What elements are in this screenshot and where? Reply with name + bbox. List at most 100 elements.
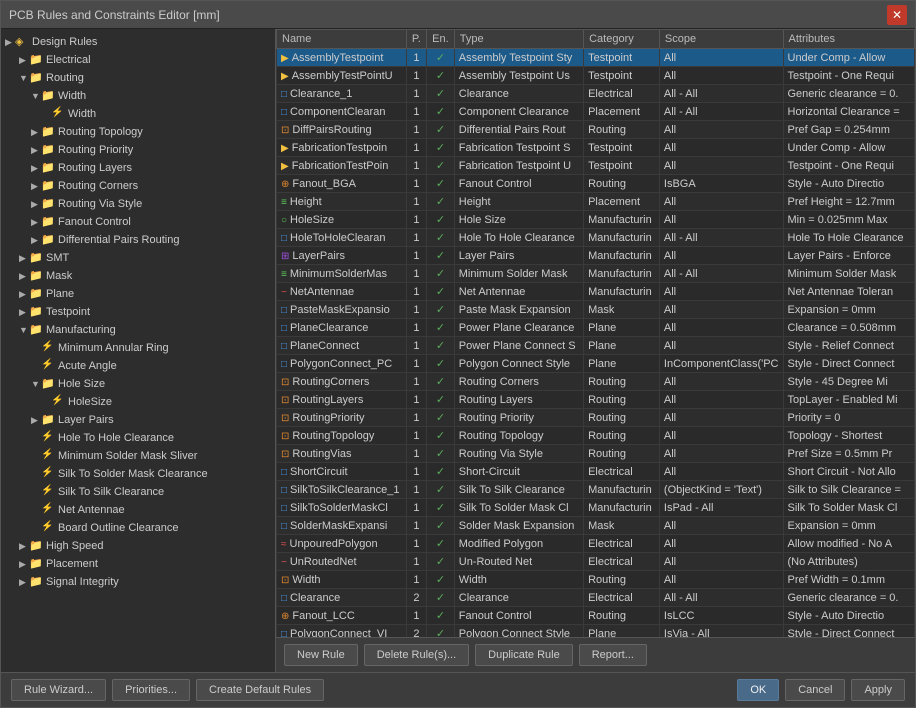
- tree-item-routing[interactable]: ▼📁 Routing: [1, 69, 275, 87]
- cell-enabled[interactable]: ✓: [427, 373, 455, 391]
- cell-enabled[interactable]: ✓: [427, 625, 455, 638]
- table-row[interactable]: □Clearance2✓ClearanceElectricalAll - All…: [277, 589, 915, 607]
- tree-item-design-rules[interactable]: ▶◈ Design Rules: [1, 33, 275, 51]
- table-row[interactable]: □ShortCircuit1✓Short-CircuitElectricalAl…: [277, 463, 915, 481]
- enabled-checkbox[interactable]: ✓: [436, 322, 445, 334]
- enabled-checkbox[interactable]: ✓: [436, 106, 445, 118]
- tree-item-high-speed[interactable]: ▶📁 High Speed: [1, 537, 275, 555]
- cell-enabled[interactable]: ✓: [427, 229, 455, 247]
- cell-enabled[interactable]: ✓: [427, 337, 455, 355]
- cell-enabled[interactable]: ✓: [427, 85, 455, 103]
- tree-item-plane[interactable]: ▶📁 Plane: [1, 285, 275, 303]
- enabled-checkbox[interactable]: ✓: [436, 232, 445, 244]
- close-button[interactable]: ✕: [887, 5, 907, 25]
- table-row[interactable]: □Clearance_11✓ClearanceElectricalAll - A…: [277, 85, 915, 103]
- cell-enabled[interactable]: ✓: [427, 445, 455, 463]
- cell-enabled[interactable]: ✓: [427, 247, 455, 265]
- cell-enabled[interactable]: ✓: [427, 499, 455, 517]
- enabled-checkbox[interactable]: ✓: [436, 376, 445, 388]
- table-row[interactable]: ⊡RoutingCorners1✓Routing CornersRoutingA…: [277, 373, 915, 391]
- tree-item-placement[interactable]: ▶📁 Placement: [1, 555, 275, 573]
- enabled-checkbox[interactable]: ✓: [436, 178, 445, 190]
- cell-enabled[interactable]: ✓: [427, 175, 455, 193]
- tree-item-fanout-control[interactable]: ▶📁 Fanout Control: [1, 213, 275, 231]
- tree-item-routing-topology[interactable]: ▶📁 Routing Topology: [1, 123, 275, 141]
- table-row[interactable]: ⊕Fanout_LCC1✓Fanout ControlRoutingIsLCCS…: [277, 607, 915, 625]
- table-row[interactable]: ▶AssemblyTestpoint1✓Assembly Testpoint S…: [277, 49, 915, 67]
- tree-item-mask[interactable]: ▶📁 Mask: [1, 267, 275, 285]
- tree-item-testpoint[interactable]: ▶📁 Testpoint: [1, 303, 275, 321]
- duplicate-rule-button[interactable]: Duplicate Rule: [475, 644, 573, 666]
- enabled-checkbox[interactable]: ✓: [436, 502, 445, 514]
- tree-item-width-rule[interactable]: ⚡ Width: [1, 105, 275, 123]
- tree-item-min-solder-mask[interactable]: ⚡ Minimum Solder Mask Sliver: [1, 447, 275, 465]
- tree-item-routing-priority[interactable]: ▶📁 Routing Priority: [1, 141, 275, 159]
- table-row[interactable]: ⊡DiffPairsRouting1✓Differential Pairs Ro…: [277, 121, 915, 139]
- tree-item-acute-angle[interactable]: ⚡ Acute Angle: [1, 357, 275, 375]
- table-row[interactable]: ≡MinimumSolderMas1✓Minimum Solder MaskMa…: [277, 265, 915, 283]
- apply-button[interactable]: Apply: [851, 679, 905, 701]
- tree-item-hole-to-hole[interactable]: ⚡ Hole To Hole Clearance: [1, 429, 275, 447]
- table-row[interactable]: □SolderMaskExpansi1✓Solder Mask Expansio…: [277, 517, 915, 535]
- tree-item-signal-integrity[interactable]: ▶📁 Signal Integrity: [1, 573, 275, 591]
- table-row[interactable]: □PolygonConnect_VI2✓Polygon Connect Styl…: [277, 625, 915, 638]
- tree-item-diff-pairs-routing[interactable]: ▶📁 Differential Pairs Routing: [1, 231, 275, 249]
- cell-enabled[interactable]: ✓: [427, 535, 455, 553]
- tree-item-min-annular-ring[interactable]: ⚡ Minimum Annular Ring: [1, 339, 275, 357]
- enabled-checkbox[interactable]: ✓: [436, 430, 445, 442]
- enabled-checkbox[interactable]: ✓: [436, 214, 445, 226]
- table-row[interactable]: □PasteMaskExpansio1✓Paste Mask Expansion…: [277, 301, 915, 319]
- tree-item-routing-via-style[interactable]: ▶📁 Routing Via Style: [1, 195, 275, 213]
- table-row[interactable]: ○HoleSize1✓Hole SizeManufacturinAllMin =…: [277, 211, 915, 229]
- table-row[interactable]: ⊡RoutingLayers1✓Routing LayersRoutingAll…: [277, 391, 915, 409]
- table-row[interactable]: □SilkToSilkClearance_11✓Silk To Silk Cle…: [277, 481, 915, 499]
- enabled-checkbox[interactable]: ✓: [436, 88, 445, 100]
- cell-enabled[interactable]: ✓: [427, 103, 455, 121]
- cell-enabled[interactable]: ✓: [427, 157, 455, 175]
- enabled-checkbox[interactable]: ✓: [436, 556, 445, 568]
- cell-enabled[interactable]: ✓: [427, 67, 455, 85]
- cell-enabled[interactable]: ✓: [427, 355, 455, 373]
- priorities-button[interactable]: Priorities...: [112, 679, 190, 701]
- enabled-checkbox[interactable]: ✓: [436, 304, 445, 316]
- enabled-checkbox[interactable]: ✓: [436, 574, 445, 586]
- delete-rule-button[interactable]: Delete Rule(s)...: [364, 644, 469, 666]
- enabled-checkbox[interactable]: ✓: [436, 142, 445, 154]
- cell-enabled[interactable]: ✓: [427, 589, 455, 607]
- table-row[interactable]: ⊡RoutingPriority1✓Routing PriorityRoutin…: [277, 409, 915, 427]
- table-row[interactable]: ~UnRoutedNet1✓Un-Routed NetElectricalAll…: [277, 553, 915, 571]
- table-row[interactable]: ⊕Fanout_BGA1✓Fanout ControlRoutingIsBGAS…: [277, 175, 915, 193]
- tree-item-smt[interactable]: ▶📁 SMT: [1, 249, 275, 267]
- report-button[interactable]: Report...: [579, 644, 647, 666]
- table-row[interactable]: □ComponentClearan1✓Component ClearancePl…: [277, 103, 915, 121]
- table-row[interactable]: □SilkToSolderMaskCl1✓Silk To Solder Mask…: [277, 499, 915, 517]
- tree-item-hole-size-rule[interactable]: ⚡ HoleSize: [1, 393, 275, 411]
- enabled-checkbox[interactable]: ✓: [436, 484, 445, 496]
- table-row[interactable]: ▶AssemblyTestPointU1✓Assembly Testpoint …: [277, 67, 915, 85]
- rule-wizard-button[interactable]: Rule Wizard...: [11, 679, 106, 701]
- tree-item-board-outline[interactable]: ⚡ Board Outline Clearance: [1, 519, 275, 537]
- enabled-checkbox[interactable]: ✓: [436, 592, 445, 604]
- tree-item-net-antennae[interactable]: ⚡ Net Antennae: [1, 501, 275, 519]
- cell-enabled[interactable]: ✓: [427, 49, 455, 67]
- tree-item-routing-layers[interactable]: ▶📁 Routing Layers: [1, 159, 275, 177]
- enabled-checkbox[interactable]: ✓: [436, 286, 445, 298]
- cell-enabled[interactable]: ✓: [427, 607, 455, 625]
- table-row[interactable]: ▶FabricationTestPoin1✓Fabrication Testpo…: [277, 157, 915, 175]
- tree-item-routing-corners[interactable]: ▶📁 Routing Corners: [1, 177, 275, 195]
- tree-item-manufacturing[interactable]: ▼📁 Manufacturing: [1, 321, 275, 339]
- tree-item-hole-size[interactable]: ▼📁 Hole Size: [1, 375, 275, 393]
- tree-item-layer-pairs[interactable]: ▶📁 Layer Pairs: [1, 411, 275, 429]
- enabled-checkbox[interactable]: ✓: [436, 160, 445, 172]
- cell-enabled[interactable]: ✓: [427, 283, 455, 301]
- enabled-checkbox[interactable]: ✓: [436, 412, 445, 424]
- table-row[interactable]: ~NetAntennae1✓Net AntennaeManufacturinAl…: [277, 283, 915, 301]
- cell-enabled[interactable]: ✓: [427, 553, 455, 571]
- enabled-checkbox[interactable]: ✓: [436, 610, 445, 622]
- cell-enabled[interactable]: ✓: [427, 301, 455, 319]
- ok-button[interactable]: OK: [737, 679, 779, 701]
- table-row[interactable]: ≈UnpouredPolygon1✓Modified PolygonElectr…: [277, 535, 915, 553]
- cell-enabled[interactable]: ✓: [427, 121, 455, 139]
- enabled-checkbox[interactable]: ✓: [436, 520, 445, 532]
- tree-item-electrical[interactable]: ▶📁 Electrical: [1, 51, 275, 69]
